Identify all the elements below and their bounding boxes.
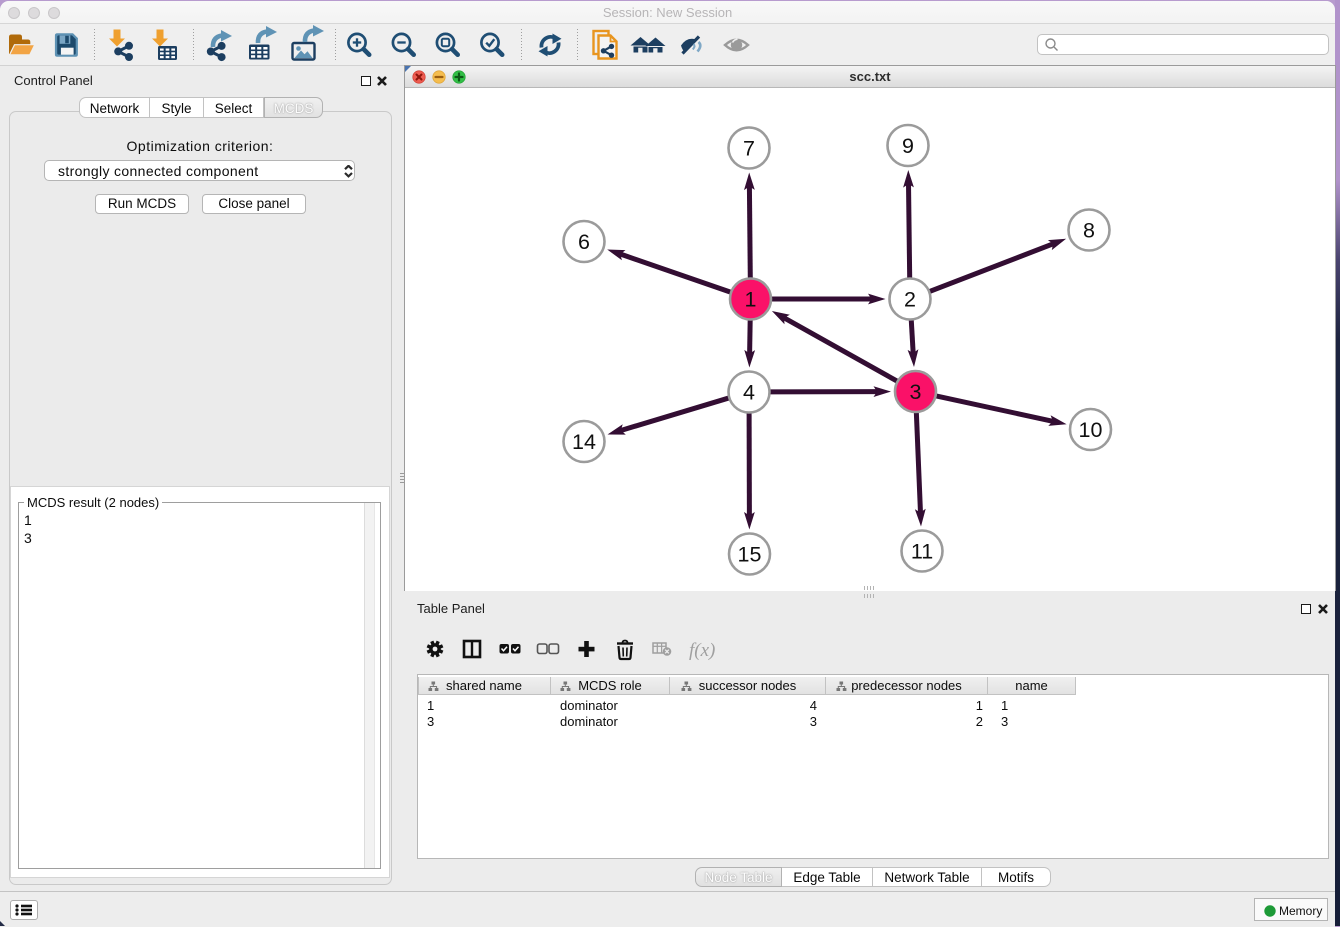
svg-text:10: 10 <box>1079 418 1103 442</box>
svg-text:11: 11 <box>911 540 933 564</box>
svg-text:f(x): f(x) <box>689 640 715 661</box>
svg-text:6: 6 <box>578 230 590 254</box>
svg-text:2: 2 <box>904 288 916 312</box>
svg-text:1: 1 <box>745 288 757 312</box>
svg-text:4: 4 <box>743 381 755 405</box>
svg-text:15: 15 <box>738 543 762 567</box>
svg-text:8: 8 <box>1083 219 1095 243</box>
svg-text:3: 3 <box>910 380 922 404</box>
svg-text:14: 14 <box>572 430 596 454</box>
svg-text:7: 7 <box>743 137 755 161</box>
svg-text:9: 9 <box>902 134 914 158</box>
